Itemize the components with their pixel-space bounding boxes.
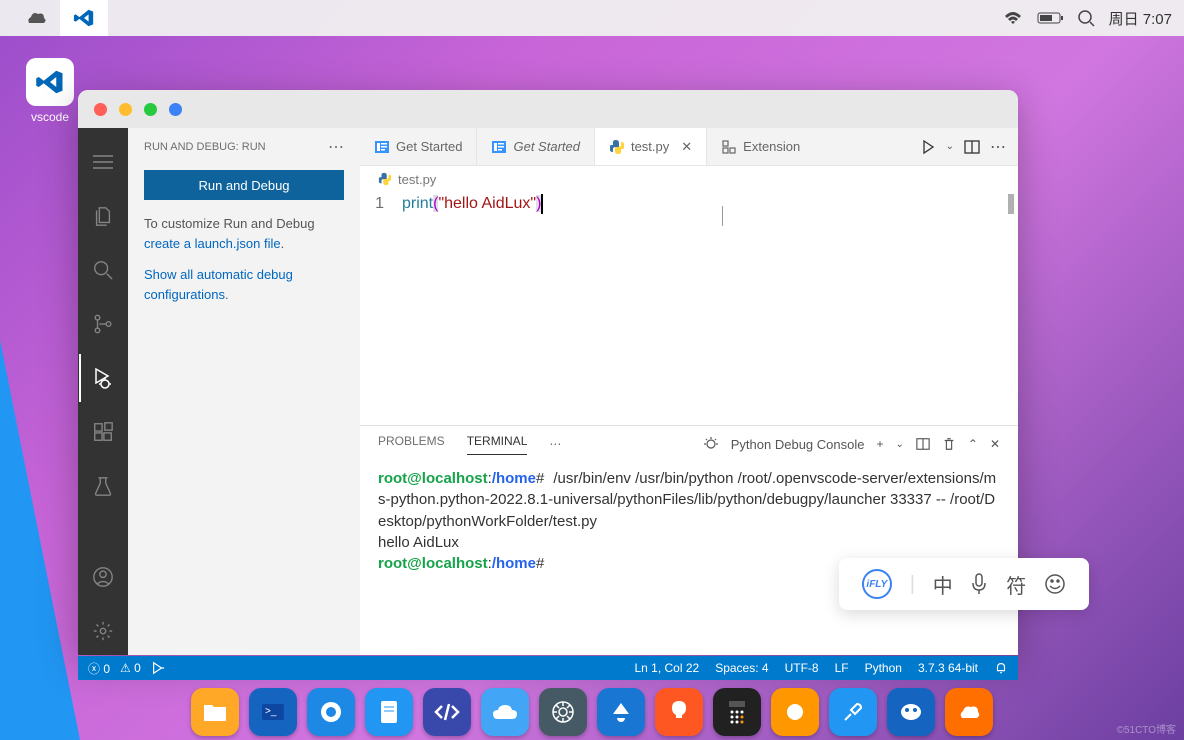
dock-browser[interactable] [307, 688, 355, 736]
dock-tips[interactable] [655, 688, 703, 736]
breadcrumb[interactable]: test.py [360, 166, 1018, 192]
dock-tools[interactable] [829, 688, 877, 736]
menu-icon[interactable] [79, 138, 127, 186]
account-icon[interactable] [79, 553, 127, 601]
ime-lang-toggle[interactable]: 中 [933, 570, 953, 599]
menubar-app-1[interactable] [12, 0, 60, 36]
sidebar-title: RUN AND DEBUG: RUN [144, 141, 266, 153]
menubar-time: 周日 7:07 [1109, 8, 1172, 29]
debug-console-icon[interactable] [703, 436, 719, 452]
window-titlebar[interactable] [78, 90, 1018, 128]
minimap[interactable] [1008, 194, 1014, 214]
run-dropdown-icon[interactable]: ⌄ [946, 141, 954, 152]
dock-settings[interactable] [539, 688, 587, 736]
show-all-configs-link[interactable]: Show all automatic debug configurations [144, 267, 293, 302]
dock-app-1[interactable] [771, 688, 819, 736]
code-editor[interactable]: 1 print("hello AidLux") [360, 192, 1018, 425]
extra-window-button[interactable] [169, 103, 182, 116]
tab-get-started-1[interactable]: Get Started [360, 128, 477, 165]
dock-store[interactable] [597, 688, 645, 736]
close-tab-icon[interactable]: ✕ [681, 139, 692, 155]
dock-app-3[interactable] [945, 688, 993, 736]
line-number: 1 [375, 195, 384, 212]
battery-icon[interactable] [1037, 11, 1063, 25]
source-control-icon[interactable] [79, 300, 127, 348]
ime-toolbar[interactable]: iFLY | 中 符 [839, 558, 1089, 610]
run-and-debug-button[interactable]: Run and Debug [144, 170, 344, 200]
secondary-cursor [722, 206, 723, 226]
ime-emoji-icon[interactable] [1044, 573, 1066, 595]
maximize-window-button[interactable] [144, 103, 157, 116]
dock-calculator[interactable] [713, 688, 761, 736]
run-debug-sidebar: RUN AND DEBUG: RUN ⋯ Run and Debug To cu… [128, 128, 360, 655]
watermark: ©51CTO博客 [1117, 721, 1176, 736]
desktop-vscode-icon[interactable]: vscode [20, 58, 80, 124]
dock-files[interactable] [191, 688, 239, 736]
status-ln-col[interactable]: Ln 1, Col 22 [634, 661, 699, 675]
terminal-dropdown-icon[interactable]: ⌄ [895, 439, 903, 450]
kill-terminal-icon[interactable] [942, 437, 956, 451]
svg-text:>_: >_ [265, 706, 277, 717]
status-bar: ⓧ 0 ⚠ 0 Ln 1, Col 22 Spaces: 4 UTF-8 LF … [78, 656, 1018, 680]
panel-tab-terminal[interactable]: TERMINAL [467, 434, 528, 455]
search-icon[interactable] [1077, 9, 1095, 27]
menubar-vscode[interactable] [60, 0, 108, 36]
settings-gear-icon[interactable] [79, 607, 127, 655]
activity-bar [78, 128, 128, 655]
dock-code[interactable] [423, 688, 471, 736]
status-python-version[interactable]: 3.7.3 64-bit [918, 661, 978, 675]
tab-more-icon[interactable]: ⋯ [990, 137, 1006, 157]
panel-tab-problems[interactable]: PROBLEMS [378, 434, 445, 454]
dock-terminal[interactable]: >_ [249, 688, 297, 736]
system-menubar: 周日 7:07 [0, 0, 1184, 36]
status-language[interactable]: Python [865, 661, 902, 675]
new-terminal-icon[interactable]: + [876, 437, 883, 451]
tab-extensions[interactable]: Extension [707, 128, 814, 165]
status-eol[interactable]: LF [835, 661, 849, 675]
split-terminal-icon[interactable] [916, 437, 930, 451]
status-debug-icon[interactable] [151, 661, 165, 675]
status-warnings[interactable]: ⚠ 0 [120, 661, 141, 675]
sidebar-more-icon[interactable]: ⋯ [328, 137, 344, 157]
create-launch-json-link[interactable]: create a launch.json file [144, 236, 281, 251]
editor-cursor [541, 194, 543, 214]
run-file-icon[interactable] [920, 139, 936, 155]
customize-text: To customize Run and Debug create a laun… [128, 214, 360, 253]
status-encoding[interactable]: UTF-8 [785, 661, 819, 675]
panel-more-icon[interactable]: ⋯ [549, 437, 561, 451]
wallpaper-accent [0, 340, 80, 740]
status-spaces[interactable]: Spaces: 4 [715, 661, 768, 675]
tab-test-py[interactable]: test.py ✕ [595, 128, 707, 165]
close-panel-icon[interactable]: ✕ [990, 437, 1000, 451]
bottom-panel: PROBLEMS TERMINAL ⋯ Python Debug Console… [360, 425, 1018, 655]
ime-mic-icon[interactable] [970, 573, 988, 595]
explorer-icon[interactable] [79, 192, 127, 240]
maximize-panel-icon[interactable]: ⌃ [968, 437, 978, 451]
dock-notes[interactable] [365, 688, 413, 736]
ime-symbol-toggle[interactable]: 符 [1006, 570, 1026, 599]
terminal-name[interactable]: Python Debug Console [731, 437, 865, 452]
testing-icon[interactable] [79, 462, 127, 510]
search-activity-icon[interactable] [79, 246, 127, 294]
dock-cloud[interactable] [481, 688, 529, 736]
dock: >_ [70, 684, 1114, 740]
ifly-logo-icon[interactable]: iFLY [862, 569, 892, 599]
run-debug-icon[interactable] [79, 354, 127, 402]
show-all-text: Show all automatic debug configurations. [128, 265, 360, 304]
close-window-button[interactable] [94, 103, 107, 116]
tab-get-started-2[interactable]: Get Started [477, 128, 594, 165]
status-errors[interactable]: ⓧ 0 [88, 660, 110, 677]
desktop-icon-label: vscode [20, 110, 80, 124]
dock-app-2[interactable] [887, 688, 935, 736]
editor-tabs: Get Started Get Started test.py ✕ Extens… [360, 128, 1018, 166]
split-editor-icon[interactable] [964, 139, 980, 155]
minimize-window-button[interactable] [119, 103, 132, 116]
wifi-icon[interactable] [1003, 10, 1023, 26]
extensions-icon[interactable] [79, 408, 127, 456]
status-bell-icon[interactable] [994, 661, 1008, 675]
